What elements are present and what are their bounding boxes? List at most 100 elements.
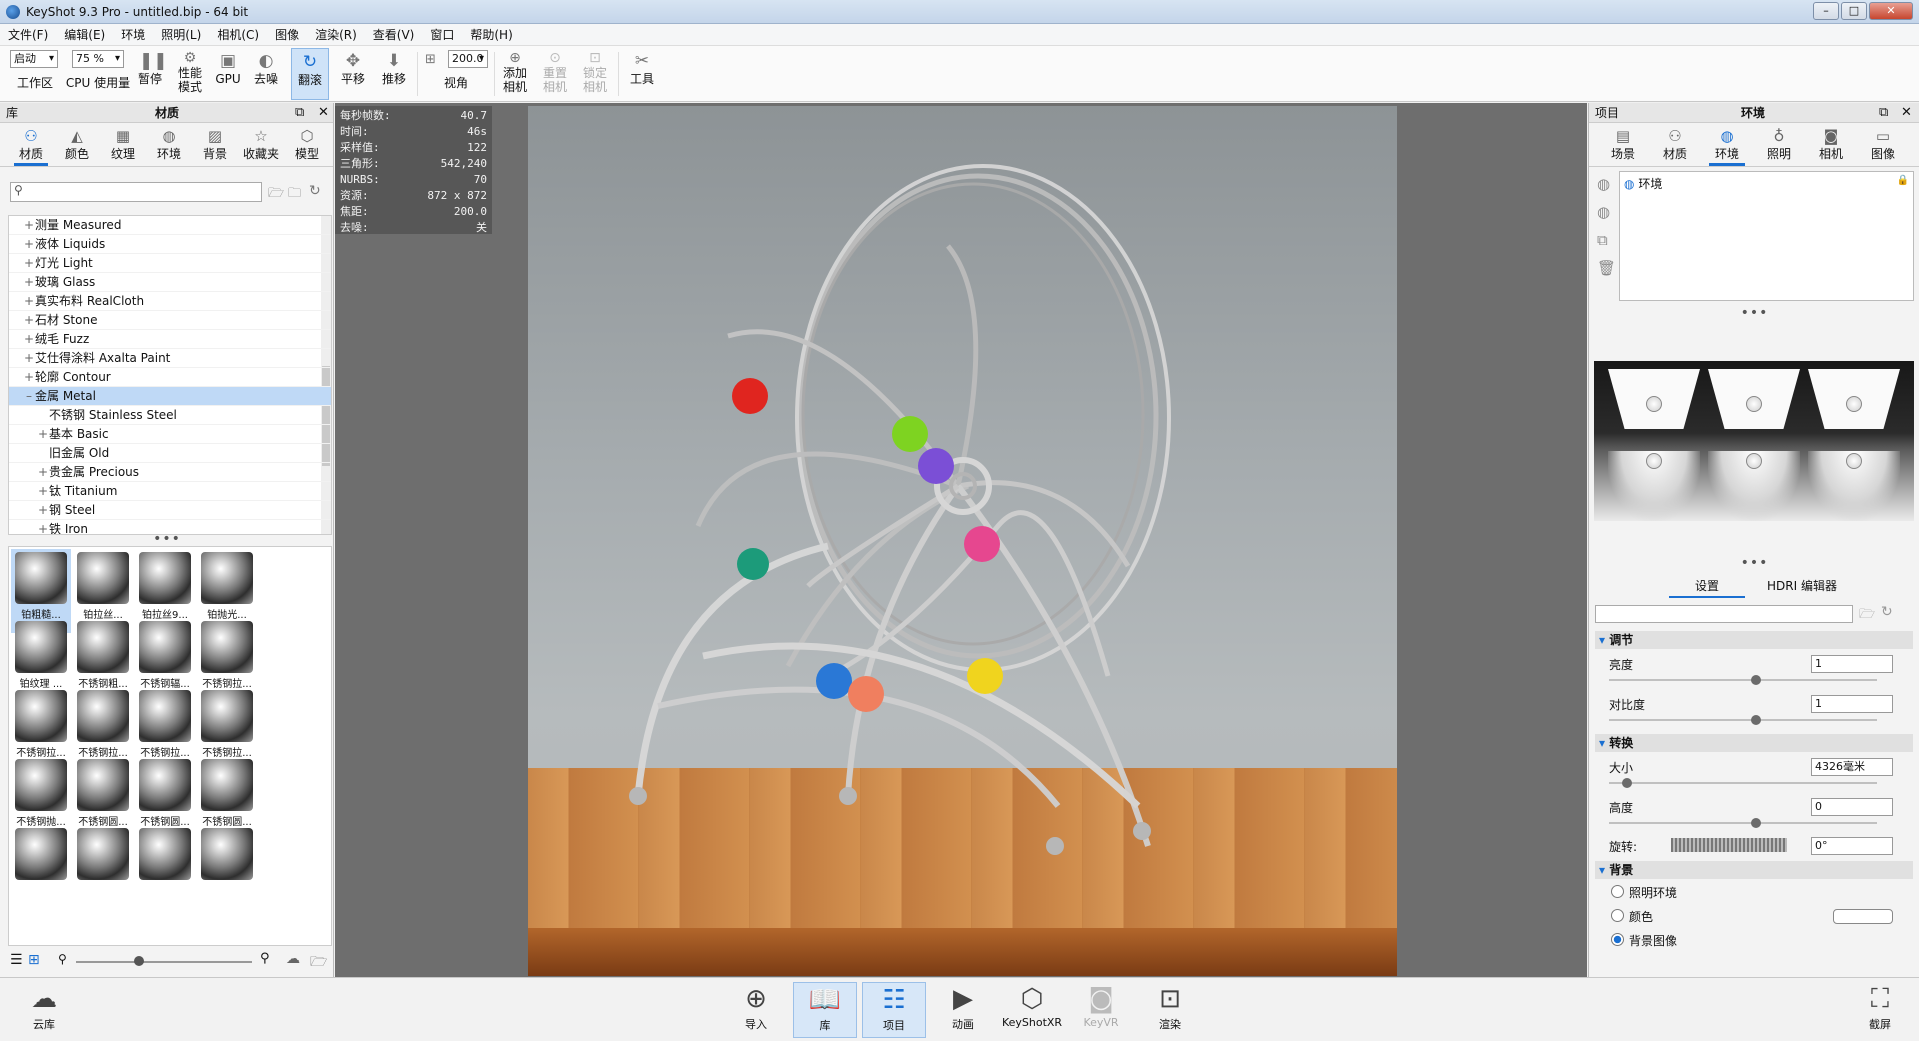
tab-scene[interactable]: ▤ 场景 [1597, 123, 1649, 166]
tree-item[interactable]: +基本 Basic [9, 425, 331, 444]
tree-item[interactable]: +真实布料 RealCloth [9, 292, 331, 311]
menu-help[interactable]: 帮助(H) [462, 26, 520, 43]
minimize-button[interactable]: – [1813, 2, 1839, 20]
cloud-upload-icon[interactable]: ☁ [286, 951, 300, 967]
rendered-scene[interactable] [528, 106, 1397, 976]
workspace-select[interactable]: 启动 [10, 50, 58, 68]
close-button[interactable]: ✕ [1869, 2, 1913, 20]
tree-item[interactable]: +石材 Stone [9, 311, 331, 330]
expand-toggle-icon[interactable]: + [23, 349, 35, 368]
brightness-input[interactable]: 1 [1811, 655, 1893, 673]
library-button[interactable]: 📖 库 [793, 982, 857, 1038]
size-input[interactable]: 4326毫米 [1811, 758, 1893, 776]
delete-icon[interactable]: 🗑 [1597, 259, 1617, 287]
expand-toggle-icon[interactable]: + [37, 463, 49, 482]
close-panel-icon[interactable]: ✕ [318, 105, 329, 120]
tab-camera[interactable]: ◙ 相机 [1805, 123, 1857, 166]
tab-textures[interactable]: ▦ 纹理 [100, 123, 146, 166]
tree-item[interactable]: +灯光 Light [9, 254, 331, 273]
section-background[interactable]: ▾ 背景 [1595, 861, 1913, 879]
tree-item[interactable]: +钛 Titanium [9, 482, 331, 501]
dolly-button[interactable]: ⬇ 推移 [377, 48, 411, 100]
tree-item[interactable]: 旧金属 Old [9, 444, 331, 463]
tab-material[interactable]: ⚇ 材质 [1649, 123, 1701, 166]
menu-lighting[interactable]: 照明(L) [153, 26, 209, 43]
light-pin[interactable] [1646, 453, 1662, 469]
menu-render[interactable]: 渲染(R) [307, 26, 365, 43]
close-panel-icon[interactable]: ✕ [1901, 105, 1912, 120]
tools-button[interactable]: ✂ 工具 [624, 48, 660, 100]
expand-toggle-icon[interactable]: + [23, 216, 35, 235]
render-button[interactable]: ⊡ 渲染 [1138, 982, 1202, 1038]
size-slider[interactable] [1609, 778, 1877, 788]
tab-models[interactable]: ⬡ 模型 [284, 123, 330, 166]
menu-file[interactable]: 文件(F) [0, 26, 56, 43]
duplicate-environment-icon[interactable]: ◍ [1597, 203, 1617, 231]
section-adjust[interactable]: ▾ 调节 [1595, 631, 1913, 649]
height-slider[interactable] [1609, 818, 1877, 828]
gpu-button[interactable]: ▣ GPU [214, 48, 242, 100]
expand-toggle-icon[interactable]: + [23, 292, 35, 311]
refresh-icon[interactable]: ↻ [1881, 604, 1893, 620]
add-camera-button[interactable]: ⊕ 添加 相机 [498, 48, 532, 100]
tab-colors[interactable]: ◭ 颜色 [54, 123, 100, 166]
tree-item[interactable]: +艾仕得涂料 Axalta Paint [9, 349, 331, 368]
tree-item[interactable]: +绒毛 Fuzz [9, 330, 331, 349]
expand-toggle-icon[interactable]: + [23, 330, 35, 349]
open-folder-icon[interactable]: 🗁 [268, 184, 284, 206]
add-folder-icon[interactable]: 🗀 [288, 184, 301, 206]
undock-icon[interactable]: ⧉ [295, 105, 304, 120]
menu-view[interactable]: 查看(V) [365, 26, 423, 43]
contrast-input[interactable]: 1 [1811, 695, 1893, 713]
expand-toggle-icon[interactable]: + [23, 368, 35, 387]
add-environment-icon[interactable]: ◍ [1597, 175, 1617, 203]
contrast-slider[interactable] [1609, 715, 1877, 725]
menu-environment[interactable]: 环境 [113, 26, 153, 43]
background-color-swatch[interactable] [1833, 909, 1893, 924]
tree-item[interactable]: +玻璃 Glass [9, 273, 331, 292]
hdri-preview[interactable] [1594, 361, 1914, 521]
tab-environments[interactable]: ◍ 环境 [146, 123, 192, 166]
rotation-input[interactable]: 0° [1811, 837, 1893, 855]
splitter-handle[interactable]: ••• [1589, 306, 1919, 320]
tree-item[interactable]: 不锈钢 Stainless Steel [9, 406, 331, 425]
tree-item[interactable]: +钢 Steel [9, 501, 331, 520]
expand-toggle-icon[interactable]: + [37, 482, 49, 501]
expand-toggle-icon[interactable]: + [37, 520, 49, 534]
render-viewport[interactable]: 每秒帧数: 40.7 时间: 46s 采样值: 122 三角形: 542,240 NURBS: 7… [335, 103, 1587, 977]
lock-icon[interactable]: 🔒 [1897, 175, 1909, 186]
expand-toggle-icon[interactable]: + [37, 501, 49, 520]
keyshotxr-button[interactable]: ⬡ KeyShotXR [1000, 982, 1064, 1038]
expand-toggle-icon[interactable]: + [23, 254, 35, 273]
open-folder-icon[interactable]: 🗁 [1859, 605, 1875, 627]
tab-lighting[interactable]: ♁ 照明 [1753, 123, 1805, 166]
tree-item[interactable]: +测量 Measured [9, 216, 331, 235]
menu-window[interactable]: 窗口 [422, 26, 462, 43]
expand-toggle-icon[interactable]: + [23, 311, 35, 330]
radio-background-image[interactable] [1611, 933, 1624, 946]
brightness-slider[interactable] [1609, 675, 1877, 685]
pan-button[interactable]: ✥ 平移 [336, 48, 370, 100]
material-thumbnail[interactable] [135, 825, 195, 909]
library-search-input[interactable]: ⚲ [10, 182, 262, 202]
performance-mode-button[interactable]: ⚙ 性能 模式 [172, 48, 208, 100]
material-thumbnail[interactable] [197, 825, 257, 909]
maximize-button[interactable]: □ [1841, 2, 1867, 20]
reset-camera-button[interactable]: ⊙ 重置 相机 [538, 48, 572, 100]
environment-file-input[interactable] [1595, 605, 1853, 623]
keyvr-button[interactable]: ◙ KeyVR [1069, 982, 1133, 1038]
expand-toggle-icon[interactable]: – [23, 387, 35, 406]
list-view-icon[interactable]: ☰ [10, 952, 23, 968]
tab-environment[interactable]: ◍ 环境 [1701, 123, 1753, 166]
radio-color[interactable] [1611, 909, 1624, 922]
project-button[interactable]: ☷ 项目 [862, 982, 926, 1038]
pause-button[interactable]: ❚❚ 暂停 [134, 48, 168, 100]
expand-toggle-icon[interactable]: + [23, 235, 35, 254]
tab-backplates[interactable]: ▨ 背景 [192, 123, 238, 166]
tab-image[interactable]: ▭ 图像 [1857, 123, 1909, 166]
splitter-handle[interactable]: ••• [1589, 556, 1919, 570]
tree-item[interactable]: +轮廓 Contour [9, 368, 331, 387]
fov-input[interactable]: 200.0 [448, 50, 488, 68]
tree-item[interactable]: +贵金属 Precious [9, 463, 331, 482]
thumbnail-size-slider[interactable] [76, 956, 252, 966]
